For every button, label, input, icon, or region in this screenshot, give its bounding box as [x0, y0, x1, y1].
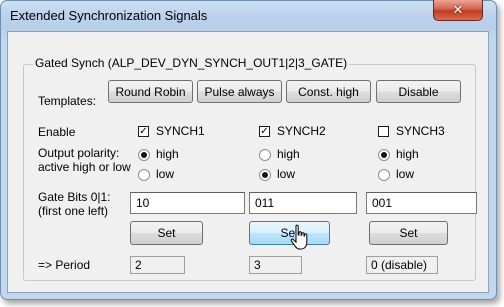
- gate-bits-label: Gate Bits 0|1: (first one left): [38, 190, 111, 218]
- synch2-polarity-high-radio[interactable]: [259, 149, 271, 161]
- synch3-set-label: Set: [399, 226, 418, 240]
- template-round-robin-button[interactable]: Round Robin: [108, 80, 193, 103]
- synch2-enable-checkbox[interactable]: ✓: [259, 126, 270, 137]
- synch2-polarity-low-radio[interactable]: [259, 169, 271, 181]
- synch1-low-label: low: [156, 167, 175, 181]
- groupbox-title: Gated Synch (ALP_DEV_DYN_SYNCH_OUT1|2|3_…: [33, 56, 350, 70]
- template-const-high-button[interactable]: Const. high: [286, 80, 371, 103]
- template-pulse-always-button[interactable]: Pulse always: [197, 80, 282, 103]
- synch1-set-label: Set: [157, 226, 176, 240]
- checkmark-icon: ✓: [139, 125, 148, 137]
- templates-label: Templates:: [38, 94, 97, 108]
- polarity-label: Output polarity: active high or low: [38, 146, 131, 174]
- synch3-high-label: high: [396, 147, 419, 161]
- synch2-high-label: high: [277, 147, 300, 161]
- synch1-gate-bits-input[interactable]: 10: [130, 192, 245, 214]
- synch1-label: SYNCH1: [156, 124, 205, 138]
- polarity-label-line2: active high or low: [38, 160, 131, 174]
- checkmark-icon: ✓: [260, 125, 269, 137]
- template-disable-button[interactable]: Disable: [376, 80, 461, 103]
- polarity-label-line1: Output polarity:: [38, 146, 120, 160]
- template-round-robin-label: Round Robin: [115, 84, 186, 99]
- synch1-high-label: high: [156, 147, 179, 161]
- synch2-low-label: low: [277, 167, 296, 181]
- synch3-enable-checkbox[interactable]: [378, 126, 389, 137]
- synch1-enable-checkbox[interactable]: ✓: [138, 126, 149, 137]
- hand-cursor-icon: [290, 224, 308, 250]
- synch3-period-value: 0 (disable): [366, 256, 438, 274]
- synch3-gate-bits-input[interactable]: 001: [366, 192, 477, 214]
- synch3-low-label: low: [396, 167, 415, 181]
- period-label: => Period: [38, 258, 91, 272]
- gate-bits-label-line2: (first one left): [38, 204, 109, 218]
- synch1-set-button[interactable]: Set: [130, 221, 203, 245]
- window-title: Extended Synchronization Signals: [10, 8, 208, 23]
- synch2-period-value: 3: [249, 256, 302, 274]
- synch3-polarity-low-radio[interactable]: [378, 169, 390, 181]
- synch1-period-value: 2: [130, 256, 185, 274]
- gate-bits-label-line1: Gate Bits 0|1:: [38, 190, 111, 204]
- template-const-high-label: Const. high: [298, 84, 359, 99]
- enable-label: Enable: [38, 125, 76, 139]
- synch3-label: SYNCH3: [396, 124, 445, 138]
- template-pulse-always-label: Pulse always: [204, 84, 275, 99]
- close-icon: ✕: [452, 2, 464, 17]
- synch2-label: SYNCH2: [277, 124, 326, 138]
- synch3-set-button[interactable]: Set: [369, 221, 448, 245]
- close-button[interactable]: ✕: [433, 0, 483, 21]
- synch3-polarity-high-radio[interactable]: [378, 149, 390, 161]
- synch2-gate-bits-input[interactable]: 011: [249, 192, 357, 214]
- template-disable-label: Disable: [398, 84, 439, 99]
- synch1-polarity-low-radio[interactable]: [138, 169, 150, 181]
- synch1-polarity-high-radio[interactable]: [138, 149, 150, 161]
